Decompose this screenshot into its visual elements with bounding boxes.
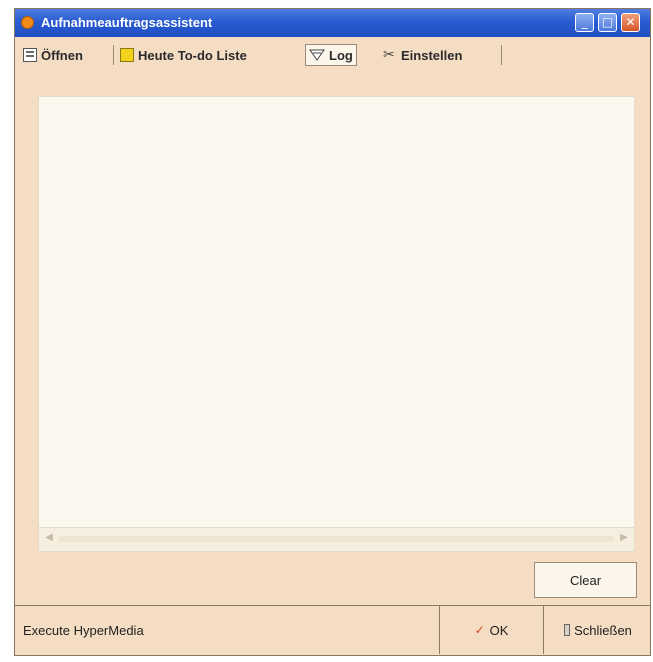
scroll-track[interactable] — [59, 536, 614, 542]
tab-divider — [113, 45, 114, 65]
tab-log-label: Log — [329, 47, 353, 63]
tab-today-todo-label: Heute To-do Liste — [138, 47, 247, 63]
horizontal-scrollbar[interactable]: ◀ ▶ — [38, 528, 635, 552]
window-title: Aufnahmeauftragsassistent — [41, 15, 213, 30]
tab-settings-label: Einstellen — [401, 47, 463, 63]
tab-log[interactable]: Log — [305, 44, 357, 66]
tab-divider — [501, 45, 502, 65]
tab-open[interactable]: Öffnen — [23, 45, 83, 65]
title-bar[interactable]: Aufnahmeauftragsassistent _ □ ✕ — [15, 9, 650, 37]
door-icon — [564, 624, 571, 636]
tab-today-todo[interactable]: Heute To-do Liste — [120, 45, 247, 65]
tab-settings[interactable]: ✂ Einstellen — [383, 45, 462, 65]
tab-bar: Öffnen Heute To-do Liste Log ✂ Einstelle… — [17, 40, 650, 70]
status-text: Execute HyperMedia — [23, 623, 144, 638]
scroll-right-icon[interactable]: ▶ — [617, 531, 631, 545]
tools-icon: ✂ — [383, 47, 395, 63]
tab-open-label: Öffnen — [41, 47, 83, 63]
close-label: Schließen — [574, 622, 632, 638]
log-textarea[interactable] — [38, 96, 635, 528]
log-icon — [309, 49, 325, 61]
open-icon — [23, 48, 37, 62]
minimize-button[interactable]: _ — [575, 13, 594, 32]
scroll-left-icon[interactable]: ◀ — [42, 531, 56, 545]
close-button[interactable]: Schließen — [546, 606, 650, 654]
close-window-button[interactable]: ✕ — [621, 13, 640, 32]
dialog-window: Aufnahmeauftragsassistent _ □ ✕ Öffnen H… — [14, 8, 651, 656]
maximize-button[interactable]: □ — [598, 13, 617, 32]
ok-button[interactable]: ✓ OK — [439, 606, 544, 654]
note-icon — [120, 48, 134, 62]
clear-button[interactable]: Clear — [534, 562, 637, 598]
footer-bar: Execute HyperMedia ✓ OK Schließen — [15, 605, 650, 655]
ok-label: OK — [489, 622, 509, 638]
check-icon: ✓ — [474, 623, 485, 637]
app-icon — [21, 16, 34, 29]
